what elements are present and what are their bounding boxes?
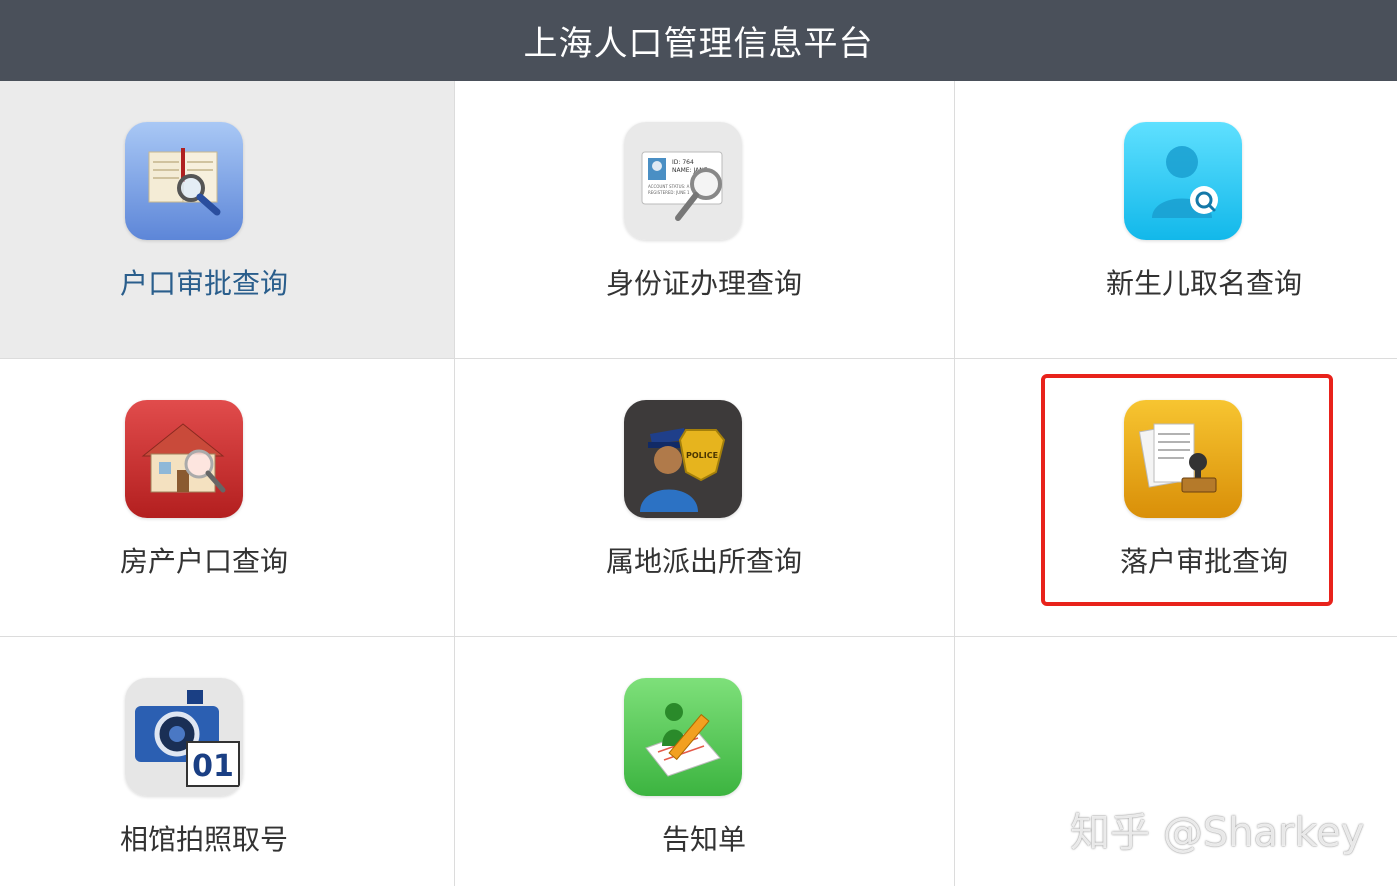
tile-grid: 户口审批查询 ID: 764 NAME: JANE ACCOUNT STATUS… <box>0 81 1397 886</box>
page-title: 上海人口管理信息平台 <box>523 24 874 64</box>
svg-text:POLICE: POLICE <box>686 451 718 460</box>
svg-text:ACCOUNT STATUS: A: ACCOUNT STATUS: A <box>648 184 690 189</box>
svg-text:REGISTERED: JUNE 1: REGISTERED: JUNE 1 <box>648 190 690 195</box>
tile-notice[interactable]: 告知单 <box>455 637 955 886</box>
tile-settlement-approval[interactable]: 落户审批查询 <box>955 359 1397 637</box>
tile-police-station[interactable]: POLICE 属地派出所查询 <box>455 359 955 637</box>
tile-photo-studio[interactable]: 01 相馆拍照取号 <box>0 637 455 886</box>
document-stamp-icon <box>1124 400 1242 518</box>
police-icon: POLICE <box>624 400 742 518</box>
tile-id-card[interactable]: ID: 764 NAME: JANE ACCOUNT STATUS: A REG… <box>455 81 955 359</box>
app-header: 上海人口管理信息平台 <box>0 0 1397 81</box>
svg-text:01: 01 <box>192 749 234 784</box>
tile-label: 落户审批查询 <box>1120 545 1289 578</box>
notice-edit-icon <box>624 678 742 796</box>
tile-newborn-name[interactable]: 新生儿取名查询 <box>955 81 1397 359</box>
book-search-icon <box>125 122 243 240</box>
tile-house-hukou[interactable]: 房产户口查询 <box>0 359 455 637</box>
camera-number-icon: 01 <box>125 678 243 796</box>
house-search-icon <box>125 400 243 518</box>
person-search-icon <box>1124 122 1242 240</box>
tile-hukou-approval[interactable]: 户口审批查询 <box>0 81 455 359</box>
watermark: 知乎 @Sharkey <box>1070 810 1365 856</box>
tile-label: 新生儿取名查询 <box>1106 267 1303 300</box>
id-card-search-icon: ID: 764 NAME: JANE ACCOUNT STATUS: A REG… <box>624 122 742 240</box>
svg-text:ID: 764: ID: 764 <box>672 159 694 166</box>
